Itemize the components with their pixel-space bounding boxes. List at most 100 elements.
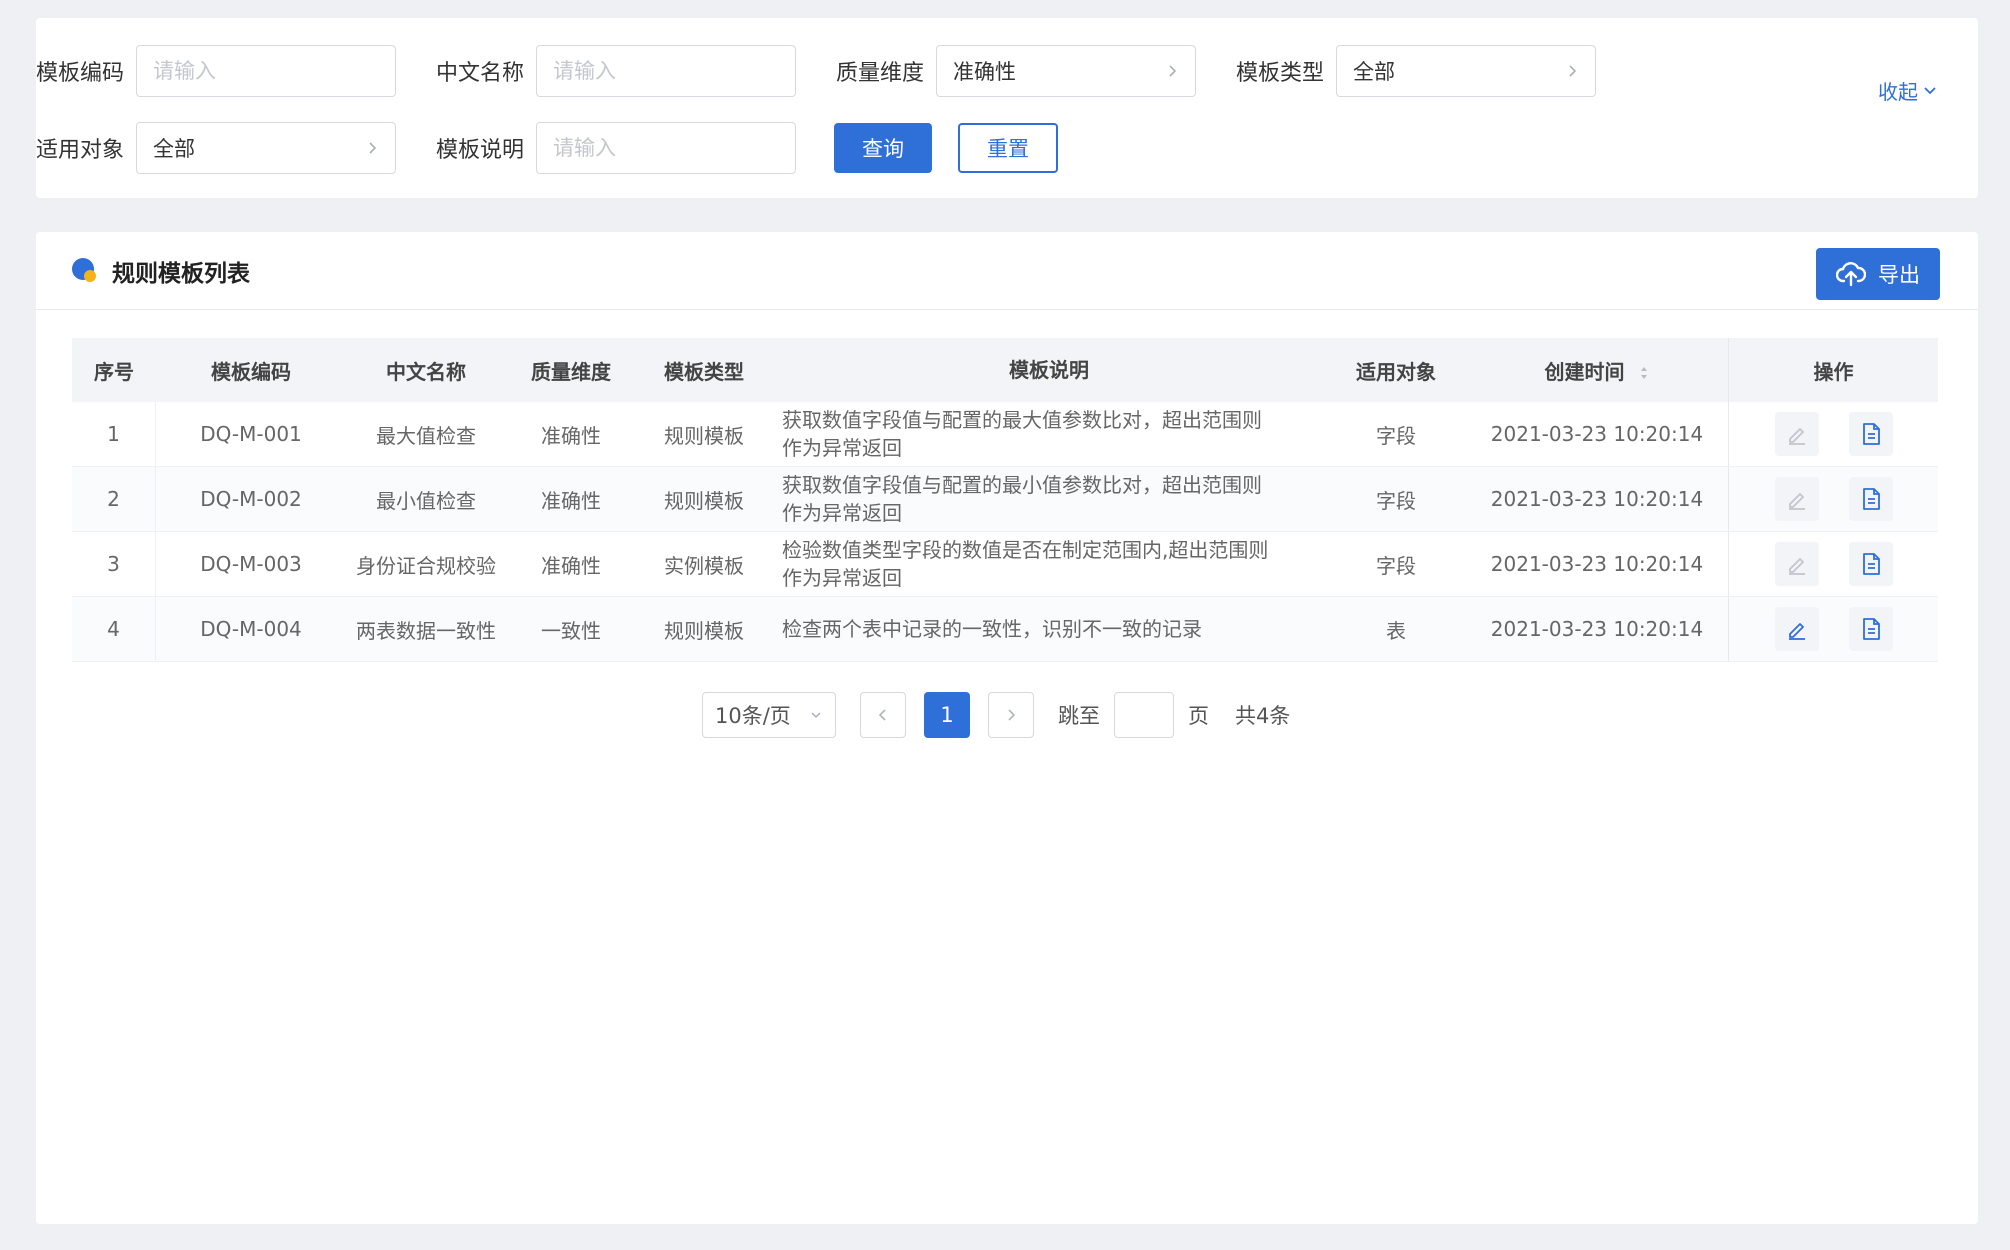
cell-name: 最小值检查: [376, 488, 476, 513]
filter-row-2: 适用对象 全部 模板说明 查询 重置: [36, 121, 1058, 175]
cell-desc-line2: 作为异常返回: [782, 501, 902, 525]
cell-desc: 检验数值类型字段的数值是否在制定范围内,超出范围则 作为异常返回: [772, 536, 1326, 592]
collapse-link[interactable]: 收起: [1878, 76, 1938, 105]
cell-desc-line2: 作为异常返回: [782, 436, 902, 460]
template-type-select[interactable]: 全部: [1336, 45, 1596, 97]
filter-chinese-name: 中文名称: [436, 45, 796, 97]
edit-button[interactable]: [1774, 412, 1819, 456]
col-header-code: 模板编码: [211, 359, 291, 384]
export-button[interactable]: 导出: [1816, 248, 1940, 300]
export-label: 导出: [1878, 263, 1920, 287]
detail-button[interactable]: [1848, 607, 1893, 651]
cell-desc-line1: 检查两个表中记录的一致性，识别不一致的记录: [782, 617, 1202, 641]
detail-button[interactable]: [1848, 412, 1893, 456]
col-header-desc: 模板说明: [1009, 358, 1089, 382]
cell-dimension: 准确性: [541, 488, 601, 513]
cell-desc-line1: 获取数值字段值与配置的最小值参数比对，超出范围则: [782, 473, 1262, 497]
template-desc-input[interactable]: [536, 122, 796, 174]
document-icon: [1862, 618, 1880, 640]
sort-icon[interactable]: [1639, 365, 1649, 381]
query-button[interactable]: 查询: [834, 123, 932, 173]
detail-button[interactable]: [1848, 542, 1893, 586]
chevron-right-icon: [1569, 65, 1577, 77]
cell-name: 最大值检查: [376, 423, 476, 448]
col-header-time-label: 创建时间: [1544, 359, 1625, 384]
col-header-actions: 操作: [1728, 338, 1938, 402]
col-header-object: 适用对象: [1356, 359, 1436, 384]
edit-button[interactable]: [1774, 542, 1819, 586]
title-dot-icon: [72, 257, 98, 284]
table-row: 3 DQ-M-003 身份证合规校验 准确性 实例模板 检验数值类型字段的数值是…: [72, 532, 1938, 597]
chevron-down-icon: [811, 712, 821, 719]
col-header-time[interactable]: 创建时间: [1466, 356, 1728, 385]
edit-button[interactable]: [1774, 607, 1819, 651]
total-count: 共4条: [1235, 704, 1291, 728]
filter-panel: 模板编码 中文名称 质量维度 准确性 模板类型 全部: [36, 18, 1978, 198]
cell-time: 2021-03-23 10:20:14: [1490, 487, 1704, 511]
cell-no: 2: [72, 467, 156, 531]
applicable-object-select[interactable]: 全部: [136, 122, 396, 174]
list-title: 规则模板列表: [112, 260, 250, 287]
prev-page-button[interactable]: [860, 692, 906, 738]
filter-template-type: 模板类型 全部: [1236, 45, 1596, 97]
filter-quality-dimension: 质量维度 准确性: [836, 45, 1196, 97]
cell-actions: [1728, 402, 1938, 466]
jump-page-input[interactable]: [1114, 692, 1174, 738]
cell-dimension: 准确性: [541, 553, 601, 578]
cell-code: DQ-M-003: [200, 552, 302, 576]
cell-dimension: 一致性: [541, 618, 601, 643]
cell-object: 字段: [1376, 488, 1416, 513]
col-header-name: 中文名称: [386, 359, 466, 384]
page-number-current[interactable]: 1: [924, 692, 970, 738]
quality-dimension-value: 准确性: [953, 60, 1016, 84]
detail-button[interactable]: [1848, 477, 1893, 521]
col-header-no: 序号: [94, 359, 134, 384]
cloud-upload-icon: [1836, 262, 1866, 287]
document-icon: [1862, 488, 1880, 510]
pencil-icon: [1788, 428, 1805, 445]
filter-template-code: 模板编码: [36, 45, 396, 97]
cell-code: DQ-M-002: [200, 487, 302, 511]
cell-actions: [1728, 532, 1938, 596]
chevron-down-icon: [1924, 86, 1936, 94]
pagination: 10条/页 1 跳至 页 共4条: [702, 692, 1290, 738]
filter-row-1: 模板编码 中文名称 质量维度 准确性 模板类型 全部: [36, 44, 1636, 98]
template-code-input[interactable]: [136, 45, 396, 97]
reset-button[interactable]: 重置: [958, 123, 1058, 173]
chinese-name-input[interactable]: [536, 45, 796, 97]
col-header-dimension: 质量维度: [531, 359, 611, 384]
jump-label: 跳至: [1058, 704, 1100, 728]
chevron-right-icon: [369, 142, 377, 154]
quality-dimension-select[interactable]: 准确性: [936, 45, 1196, 97]
template-table: 序号 模板编码 中文名称 质量维度 模板类型 模板说明 适用对象 创建时间 操作…: [72, 338, 1938, 662]
cell-desc: 获取数值字段值与配置的最大值参数比对，超出范围则 作为异常返回: [772, 406, 1326, 462]
next-page-button[interactable]: [988, 692, 1034, 738]
cell-desc-line2: 作为异常返回: [782, 566, 902, 590]
cell-no: 1: [72, 402, 156, 466]
cell-type: 规则模板: [664, 423, 744, 448]
document-icon: [1862, 553, 1880, 575]
template-type-label: 模板类型: [1236, 61, 1325, 86]
chevron-left-icon: [878, 709, 886, 721]
applicable-object-label: 适用对象: [36, 138, 125, 163]
template-desc-label: 模板说明: [436, 138, 525, 163]
chevron-right-icon: [1008, 709, 1016, 721]
cell-time: 2021-03-23 10:20:14: [1490, 422, 1704, 446]
cell-object: 字段: [1376, 423, 1416, 448]
page-size-select[interactable]: 10条/页: [702, 692, 836, 738]
cell-type: 规则模板: [664, 488, 744, 513]
document-icon: [1862, 423, 1880, 445]
edit-button[interactable]: [1774, 477, 1819, 521]
cell-desc-line1: 获取数值字段值与配置的最大值参数比对，超出范围则: [782, 408, 1262, 432]
cell-time: 2021-03-23 10:20:14: [1490, 552, 1704, 576]
cell-time: 2021-03-23 10:20:14: [1490, 617, 1704, 641]
cell-desc: 获取数值字段值与配置的最小值参数比对，超出范围则 作为异常返回: [772, 471, 1326, 527]
filter-template-desc: 模板说明: [436, 122, 796, 174]
template-code-label: 模板编码: [36, 61, 125, 86]
page-root: 模板编码 中文名称 质量维度 准确性 模板类型 全部: [0, 0, 2010, 1250]
cell-object: 表: [1386, 618, 1406, 643]
template-type-value: 全部: [1353, 60, 1395, 84]
cell-name: 两表数据一致性: [356, 618, 496, 643]
table-row: 1 DQ-M-001 最大值检查 准确性 规则模板 获取数值字段值与配置的最大值…: [72, 402, 1938, 467]
list-panel: 规则模板列表 导出 序号 模板编码 中文名称 质量维度 模板类型 模板说明 适用…: [36, 232, 1978, 1224]
